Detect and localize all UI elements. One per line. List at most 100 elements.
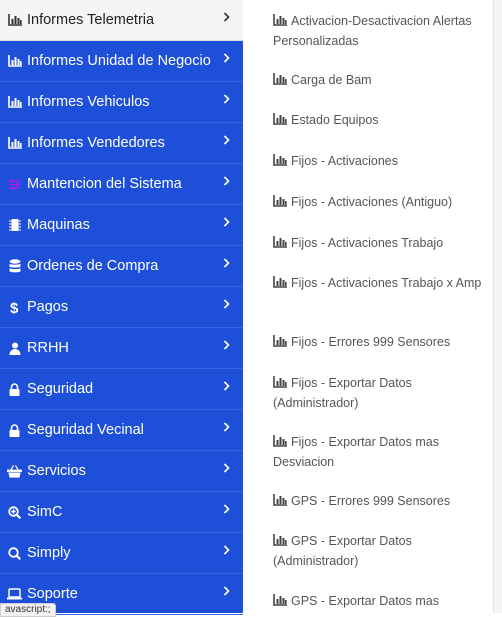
submenu-item[interactable]: Carga de Bam xyxy=(273,71,488,91)
status-bar-url: avascript:; xyxy=(0,603,56,617)
chevron-right-icon xyxy=(223,420,230,436)
sidebar-item-label: Maquinas xyxy=(27,217,90,233)
sidebar-item-simc[interactable]: SimC xyxy=(0,492,243,533)
submenu-item[interactable]: GPS - Exportar Datos (Administrador) xyxy=(273,532,488,571)
submenu-item-label: GPS - Exportar Datos (Administrador) xyxy=(273,534,412,568)
submenu-item[interactable]: Activacion-Desactivacion Alertas Persona… xyxy=(273,12,488,51)
chevron-right-icon xyxy=(223,338,230,354)
user-icon xyxy=(7,340,22,356)
submenu-item[interactable]: Fijos - Activaciones xyxy=(273,152,488,172)
sidebar-item-simply[interactable]: Simply xyxy=(0,533,243,574)
chevron-right-icon xyxy=(223,584,230,600)
sidebar-item-label: Mantencion del Sistema xyxy=(27,176,182,192)
lock-icon xyxy=(7,381,22,397)
submenu-item-label: Fijos - Exportar Datos (Administrador) xyxy=(273,376,412,410)
sidebar-item-label: Pagos xyxy=(27,299,69,315)
dollar-icon: $ xyxy=(7,299,22,315)
sidebar-item-label: Informes Vehiculos xyxy=(27,94,150,110)
bar-chart-icon xyxy=(273,112,287,131)
submenu-item-label: Activacion-Desactivacion Alertas Persona… xyxy=(273,14,472,48)
bar-chart-icon xyxy=(7,135,22,151)
sidebar-item-rrhh[interactable]: RRHH xyxy=(0,328,243,369)
bar-chart-icon xyxy=(273,593,287,612)
svg-text:$: $ xyxy=(10,300,19,315)
chevron-right-icon xyxy=(223,51,230,67)
bar-chart-icon xyxy=(7,12,22,28)
chevron-right-icon xyxy=(223,297,230,313)
chevron-right-icon xyxy=(223,174,230,190)
submenu-item[interactable]: GPS - Exportar Datos mas xyxy=(273,592,488,612)
sidebar-item-seguridad-vecinal[interactable]: Seguridad Vecinal xyxy=(0,410,243,451)
sidebar-item-label: Servicios xyxy=(27,463,86,479)
submenu-item-label: Fijos - Errores 999 Sensores xyxy=(291,335,451,349)
bar-chart-icon xyxy=(273,275,287,294)
chevron-right-icon xyxy=(223,502,230,518)
sidebar-item-label: RRHH xyxy=(27,340,69,356)
bar-chart-icon xyxy=(7,53,22,69)
sidebar-item-pagos[interactable]: $ Pagos xyxy=(0,287,243,328)
submenu-panel: Activacion-Desactivacion Alertas Persona… xyxy=(243,0,494,613)
chevron-right-icon xyxy=(223,461,230,477)
search-plus-icon xyxy=(7,504,22,520)
scrollbar[interactable] xyxy=(494,0,502,613)
bar-chart-icon xyxy=(273,434,287,453)
submenu-item[interactable]: Fijos - Activaciones (Antiguo) xyxy=(273,193,488,213)
bar-chart-icon xyxy=(273,194,287,213)
sidebar-item-ordenes-de-compra[interactable]: Ordenes de Compra xyxy=(0,246,243,287)
sidebar-item-label: Soporte xyxy=(27,586,78,602)
microchip-icon xyxy=(7,217,22,233)
submenu-item-label: Estado Equipos xyxy=(291,113,379,127)
sidebar-item-label: Seguridad Vecinal xyxy=(27,422,144,438)
sidebar-item-label: Informes Vendedores xyxy=(27,135,165,151)
chevron-right-icon xyxy=(223,215,230,231)
submenu-item-label: Fijos - Activaciones Trabajo xyxy=(291,236,444,250)
sidebar: Informes Telemetria Informes Unidad de Ne… xyxy=(0,0,243,615)
sidebar-item-label: Simply xyxy=(27,545,71,561)
submenu-item-label: GPS - Errores 999 Sensores xyxy=(291,494,451,508)
bar-chart-icon xyxy=(273,153,287,172)
submenu-item[interactable]: GPS - Errores 999 Sensores xyxy=(273,492,488,512)
submenu-item[interactable]: Fijos - Activaciones Trabajo x Amp xyxy=(273,274,488,294)
submenu-item-label: Fijos - Activaciones xyxy=(291,154,398,168)
sidebar-item-label: Seguridad xyxy=(27,381,94,397)
sidebar-item-mantencion-del-sistema[interactable]: Mantencion del Sistema xyxy=(0,164,243,205)
sidebar-item-informes-unidad-de-negocio[interactable]: Informes Unidad de Negocio xyxy=(0,41,243,82)
bar-chart-icon xyxy=(273,493,287,512)
database-icon xyxy=(7,258,22,274)
basket-icon xyxy=(7,463,22,479)
sidebar-item-label: Ordenes de Compra xyxy=(27,258,159,274)
chevron-right-icon xyxy=(223,92,230,108)
bar-chart-icon xyxy=(273,375,287,394)
submenu-item[interactable]: Fijos - Activaciones Trabajo xyxy=(273,234,488,254)
bar-chart-icon xyxy=(273,334,287,353)
sidebar-item-label: Informes Unidad de Negocio xyxy=(27,53,211,69)
lock-icon xyxy=(7,422,22,438)
submenu-item[interactable]: Fijos - Exportar Datos (Administrador) xyxy=(273,374,488,413)
sidebar-item-informes-telemetria[interactable]: Informes Telemetria xyxy=(0,0,243,41)
chevron-right-icon xyxy=(223,10,230,26)
submenu-item[interactable]: Fijos - Errores 999 Sensores xyxy=(273,333,488,353)
submenu-item-label: Fijos - Exportar Datos mas Desviacion xyxy=(273,435,439,469)
chevron-right-icon xyxy=(223,543,230,559)
sliders-icon xyxy=(7,176,22,192)
chevron-right-icon xyxy=(223,256,230,272)
submenu-item-label: Fijos - Activaciones (Antiguo) xyxy=(291,195,453,209)
sidebar-item-servicios[interactable]: Servicios xyxy=(0,451,243,492)
submenu-item-label: GPS - Exportar Datos mas xyxy=(291,594,439,608)
bar-chart-icon xyxy=(273,72,287,91)
sidebar-item-label: Informes Telemetria xyxy=(27,12,155,28)
sidebar-item-seguridad[interactable]: Seguridad xyxy=(0,369,243,410)
sidebar-item-label: SimC xyxy=(27,504,63,520)
submenu-item[interactable]: Fijos - Exportar Datos mas Desviacion xyxy=(273,433,488,472)
sidebar-item-maquinas[interactable]: Maquinas xyxy=(0,205,243,246)
bar-chart-icon xyxy=(273,13,287,32)
search-icon xyxy=(7,545,22,561)
submenu-item-label: Carga de Bam xyxy=(291,73,372,87)
submenu-item[interactable]: Estado Equipos xyxy=(273,111,488,131)
laptop-icon xyxy=(7,586,22,602)
submenu-item-label: Fijos - Activaciones Trabajo x Amp xyxy=(291,276,482,290)
bar-chart-icon xyxy=(273,533,287,552)
sidebar-item-informes-vehiculos[interactable]: Informes Vehiculos xyxy=(0,82,243,123)
sidebar-item-informes-vendedores[interactable]: Informes Vendedores xyxy=(0,123,243,164)
chevron-right-icon xyxy=(223,379,230,395)
